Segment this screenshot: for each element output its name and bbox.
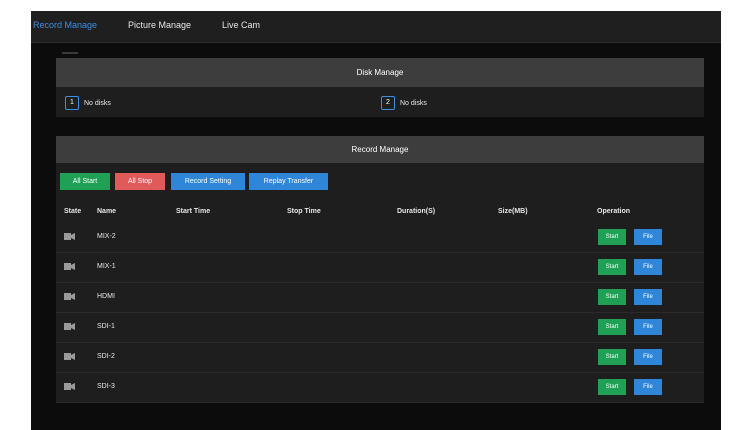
row-start-button[interactable]: Start: [598, 259, 626, 275]
disk-number-badge: 2: [381, 96, 395, 110]
row-start-button[interactable]: Start: [598, 379, 626, 395]
disk-status: No disks: [400, 99, 427, 107]
column-header-size: Size(MB): [498, 208, 528, 215]
tab-record-manage[interactable]: Record Manage: [33, 11, 97, 42]
record-setting-button[interactable]: Record Setting: [171, 173, 245, 190]
table-row: MIX-2 Start File: [56, 224, 704, 253]
tab-indicator: [62, 52, 78, 54]
row-file-button[interactable]: File: [634, 349, 662, 365]
app-window: Record Manage Picture Manage Live Cam Di…: [31, 11, 721, 430]
row-file-button[interactable]: File: [634, 229, 662, 245]
column-header-operation: Operation: [597, 208, 631, 215]
row-name: MIX-1: [97, 263, 116, 270]
camera-icon: [64, 263, 75, 270]
row-file-button[interactable]: File: [634, 259, 662, 275]
row-start-button[interactable]: Start: [598, 349, 626, 365]
top-navigation: Record Manage Picture Manage Live Cam: [31, 11, 721, 43]
camera-icon: [64, 353, 75, 360]
all-start-button[interactable]: All Start: [60, 173, 110, 190]
camera-icon: [64, 233, 75, 240]
row-start-button[interactable]: Start: [598, 289, 626, 305]
row-file-button[interactable]: File: [634, 319, 662, 335]
column-header-state: State: [64, 208, 82, 215]
column-header-stop-time: Stop Time: [287, 208, 321, 215]
table-row: SDI-1 Start File: [56, 314, 704, 343]
row-file-button[interactable]: File: [634, 379, 662, 395]
row-start-button[interactable]: Start: [598, 229, 626, 245]
disk-item-1: 1 No disks: [65, 95, 111, 111]
row-name: SDI-2: [97, 353, 115, 360]
row-file-button[interactable]: File: [634, 289, 662, 305]
table-row: SDI-3 Start File: [56, 374, 704, 403]
disk-item-2: 2 No disks: [381, 95, 427, 111]
all-stop-button[interactable]: All Stop: [115, 173, 165, 190]
replay-transfer-button[interactable]: Replay Transfer: [249, 173, 328, 190]
row-start-button[interactable]: Start: [598, 319, 626, 335]
row-name: SDI-3: [97, 383, 115, 390]
camera-icon: [64, 293, 75, 300]
row-name: HDMI: [97, 293, 115, 300]
table-row: HDMI Start File: [56, 284, 704, 313]
tab-picture-manage[interactable]: Picture Manage: [128, 11, 191, 42]
row-name: SDI-1: [97, 323, 115, 330]
disk-number-badge: 1: [65, 96, 79, 110]
camera-icon: [64, 323, 75, 330]
record-manage-header: Record Manage: [56, 136, 704, 163]
table-row: SDI-2 Start File: [56, 344, 704, 373]
column-header-name: Name: [97, 208, 117, 215]
disk-status: No disks: [84, 99, 111, 107]
column-header-duration: Duration(S): [397, 208, 436, 215]
column-header-start-time: Start Time: [176, 208, 211, 215]
disk-manage-header: Disk Manage: [56, 58, 704, 87]
camera-icon: [64, 383, 75, 390]
row-name: MIX-2: [97, 233, 116, 240]
table-row: MIX-1 Start File: [56, 254, 704, 283]
tab-live-cam[interactable]: Live Cam: [222, 11, 260, 42]
disk-manage-body: [56, 87, 704, 117]
